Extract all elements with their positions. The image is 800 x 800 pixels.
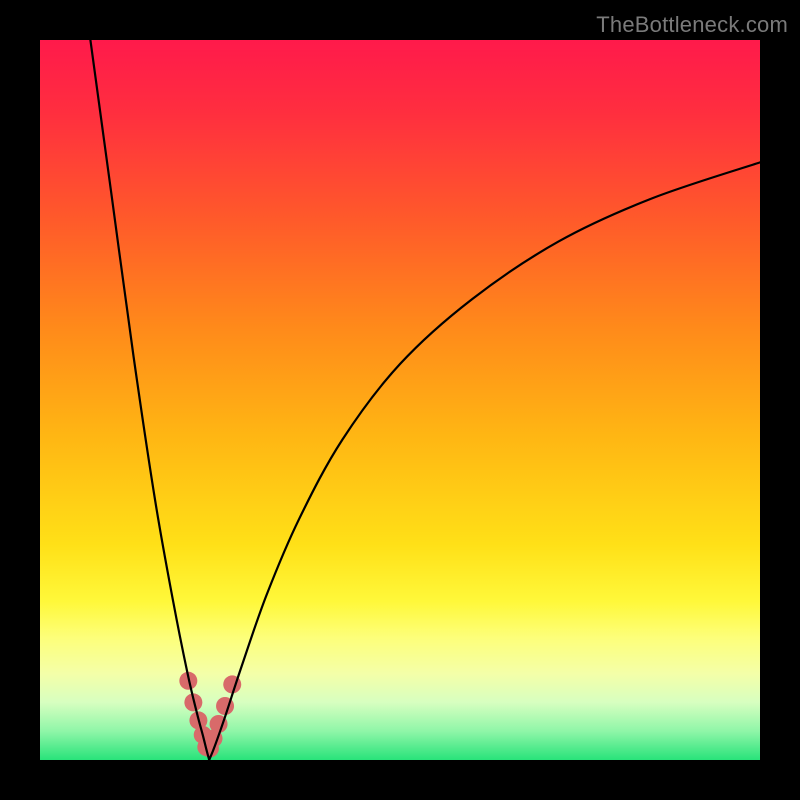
highlight-dots-group	[179, 672, 241, 758]
bottleneck-curve-left	[90, 40, 209, 760]
chart-frame: TheBottleneck.com	[0, 0, 800, 800]
bottleneck-curve-right	[209, 162, 760, 760]
watermark-text: TheBottleneck.com	[596, 12, 788, 38]
plot-area	[40, 40, 760, 760]
curve-layer	[40, 40, 760, 760]
